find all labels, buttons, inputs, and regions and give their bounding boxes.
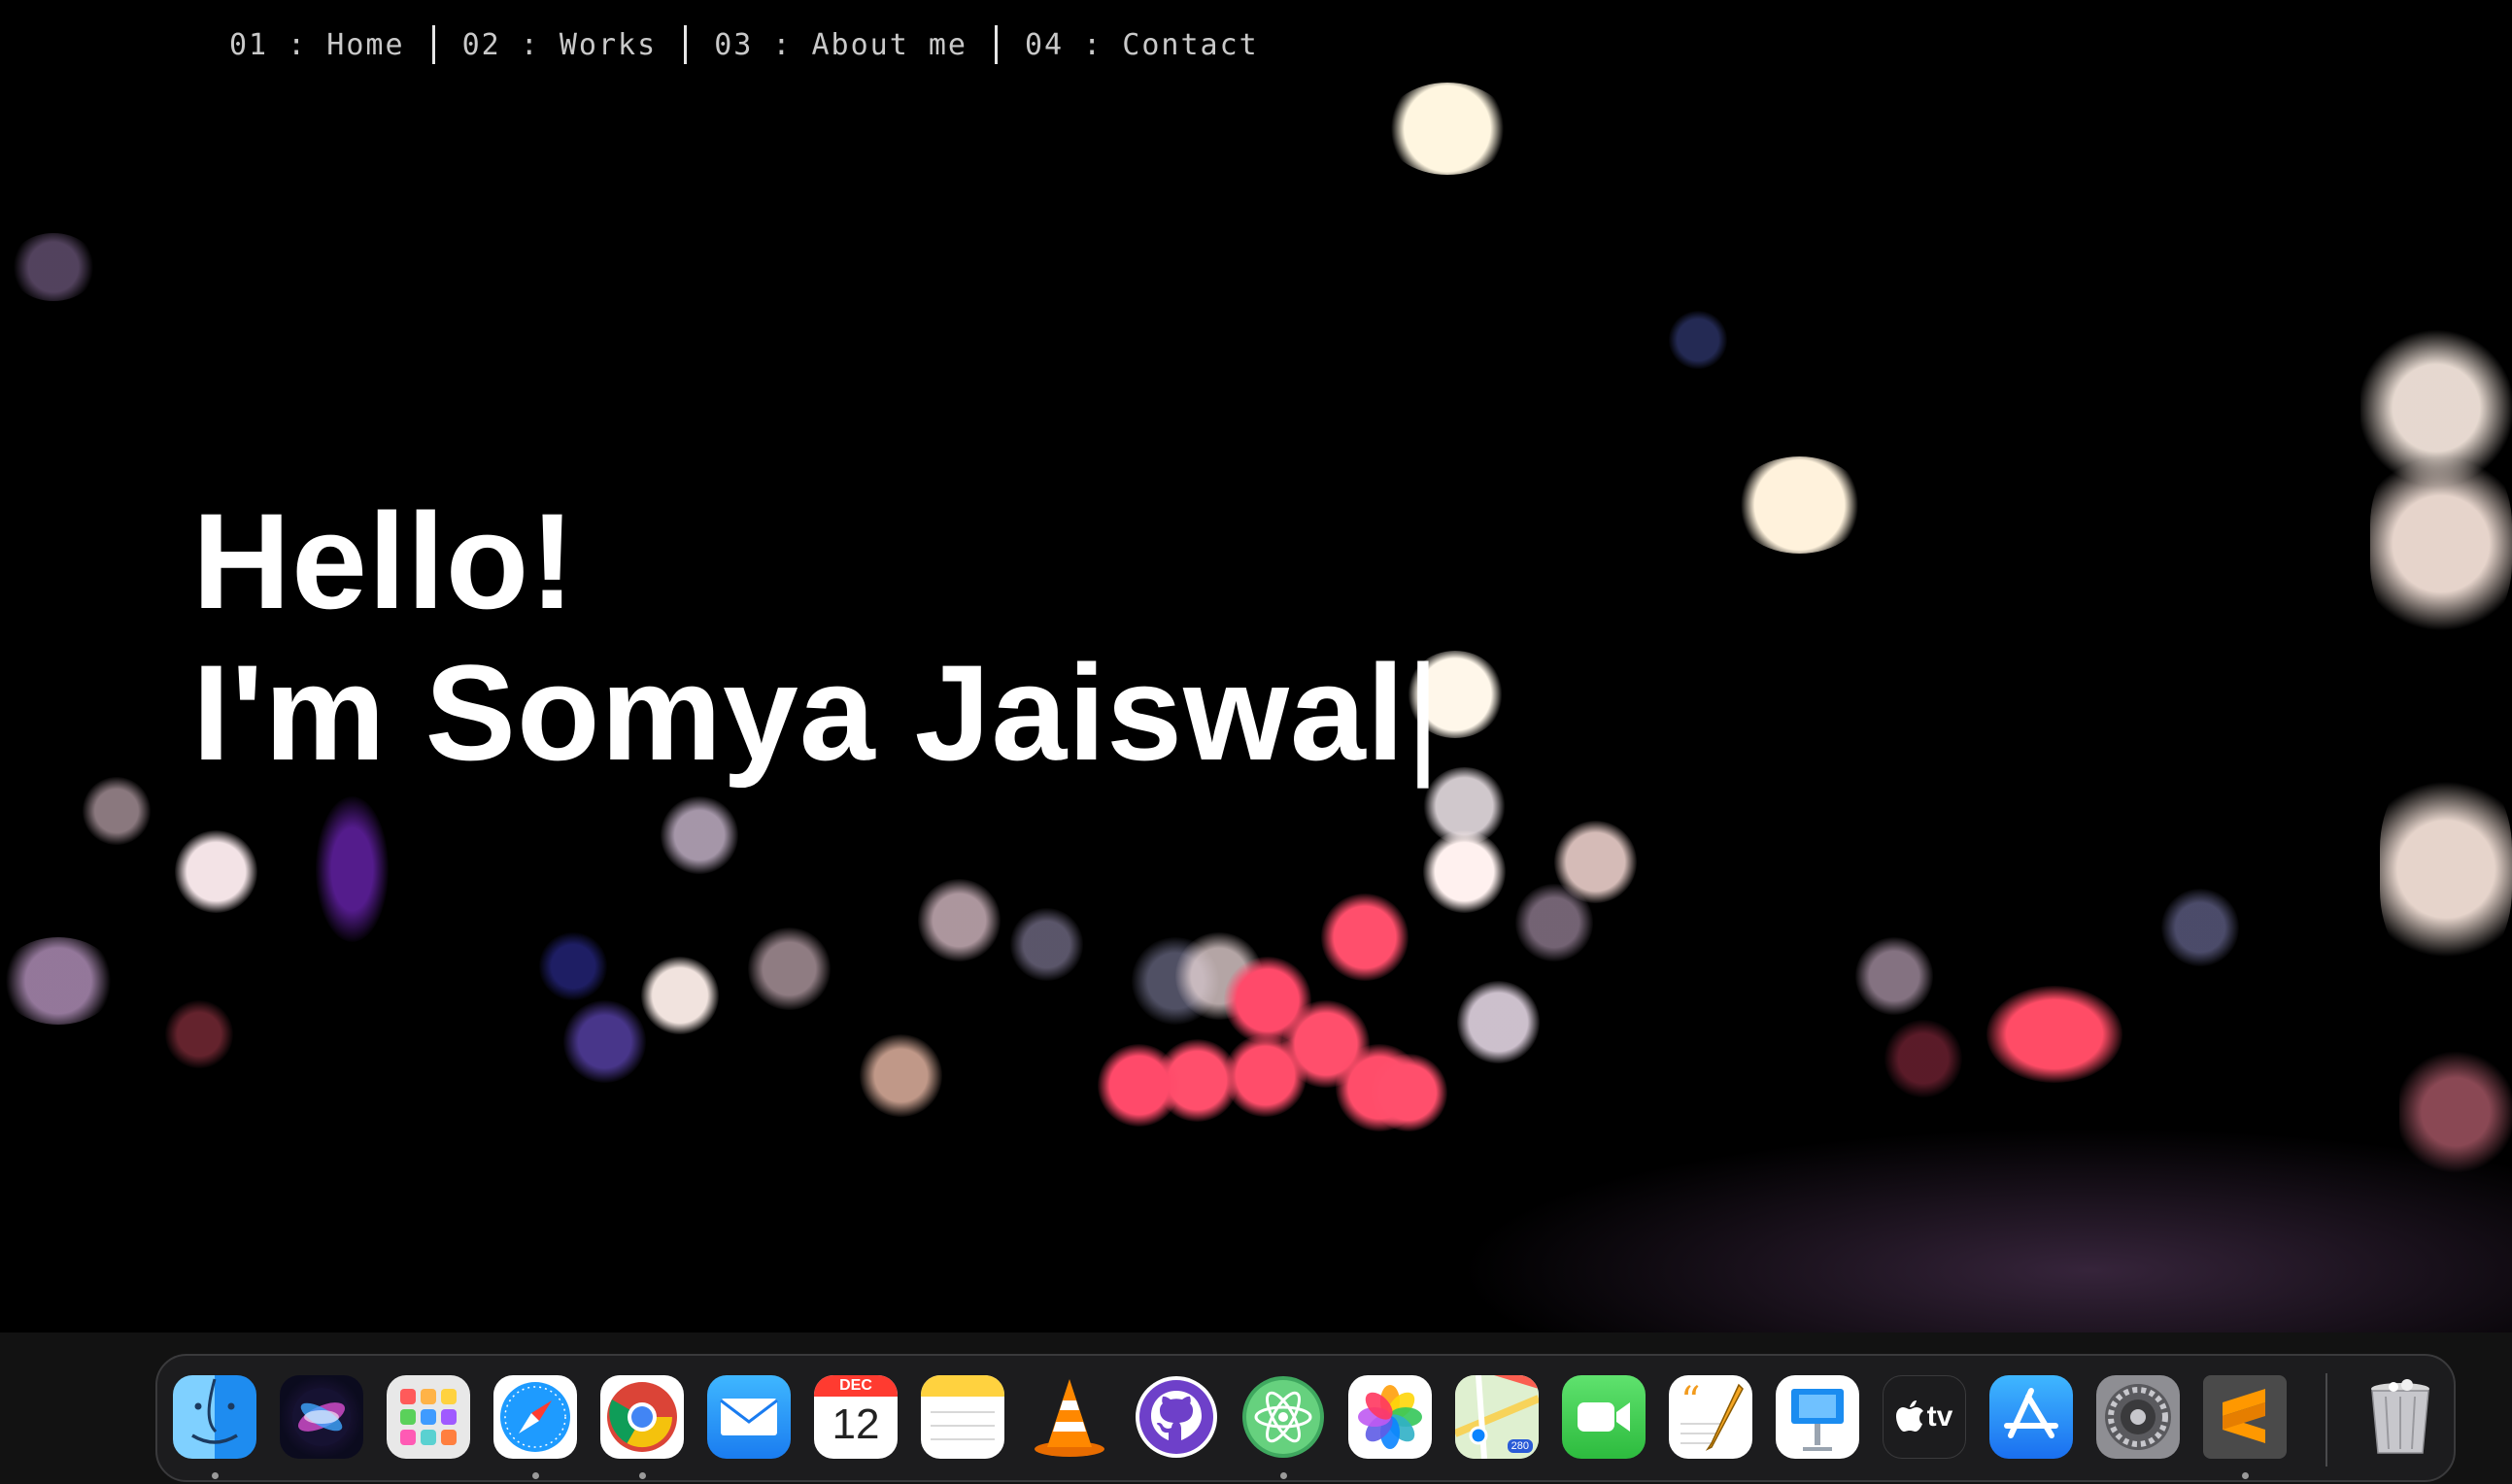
nav-link-home[interactable]: 01 : Home xyxy=(208,28,432,62)
calendar-month: DEC xyxy=(814,1375,898,1397)
bokeh-light xyxy=(2161,889,2239,966)
vlc-icon[interactable] xyxy=(1028,1375,1111,1459)
atom-icon[interactable] xyxy=(1241,1375,1325,1459)
running-indicator xyxy=(212,1472,219,1479)
apple-tv-label: tv xyxy=(1926,1400,1953,1433)
dock: DEC 12 280 “ tv xyxy=(155,1354,2456,1482)
bokeh-light xyxy=(2370,447,2512,641)
safari-icon[interactable] xyxy=(493,1375,577,1459)
maps-icon[interactable]: 280 xyxy=(1455,1375,1539,1459)
app-store-icon[interactable] xyxy=(1989,1375,2073,1459)
street-glow xyxy=(1457,1127,2512,1332)
bokeh-light xyxy=(563,1000,646,1083)
bokeh-light xyxy=(860,1034,942,1117)
bokeh-light xyxy=(1457,981,1540,1063)
bokeh-light xyxy=(10,233,97,301)
bokeh-light xyxy=(1986,986,2122,1083)
nav-link-works[interactable]: 02 : Works xyxy=(435,28,685,62)
bokeh-light xyxy=(1321,894,1409,981)
bokeh-light xyxy=(175,830,257,913)
hero-heading: Hello! I'm Somya Jaiswal| xyxy=(192,486,1442,789)
sublime-text-icon[interactable] xyxy=(2203,1375,2287,1459)
nav-link-contact[interactable]: 04 : Contact xyxy=(998,28,1286,62)
bokeh-light xyxy=(2380,767,2512,971)
running-indicator xyxy=(639,1472,646,1479)
bokeh-light xyxy=(539,932,607,1000)
bokeh-light xyxy=(316,796,389,942)
hero-intro-line: I'm Somya Jaiswal| xyxy=(192,637,1442,789)
hero-intro: I'm Somya Jaiswal xyxy=(192,636,1406,789)
bokeh-light xyxy=(918,879,1001,961)
running-indicator xyxy=(532,1472,539,1479)
notes-icon[interactable] xyxy=(921,1375,1004,1459)
bokeh-light xyxy=(661,796,738,874)
bokeh-light xyxy=(1515,884,1593,961)
bokeh-light xyxy=(83,777,151,845)
bokeh-light xyxy=(1855,937,1933,1015)
siri-icon[interactable] xyxy=(280,1375,363,1459)
maps-route-badge: 280 xyxy=(1507,1439,1533,1453)
apple-tv-icon[interactable]: tv xyxy=(1883,1375,1966,1459)
svg-text:“: “ xyxy=(1680,1379,1700,1424)
dock-separator xyxy=(2325,1373,2327,1467)
bokeh-light xyxy=(1669,311,1727,369)
calendar-day: 12 xyxy=(832,1400,880,1448)
bokeh-light xyxy=(1010,908,1083,981)
apple-logo-icon xyxy=(1895,1400,1923,1432)
bokeh-light xyxy=(1384,83,1511,175)
bokeh-light xyxy=(1423,830,1506,913)
bokeh-light xyxy=(1734,456,1865,554)
mail-icon[interactable] xyxy=(707,1375,791,1459)
bokeh-light xyxy=(0,937,117,1025)
pages-icon[interactable]: “ xyxy=(1669,1375,1752,1459)
bokeh-light xyxy=(1098,1044,1180,1127)
bokeh-light xyxy=(165,1000,233,1068)
hero-greeting: Hello! xyxy=(192,485,576,637)
system-preferences-icon[interactable] xyxy=(2096,1375,2180,1459)
chrome-icon[interactable] xyxy=(600,1375,684,1459)
nav-link-about[interactable]: 03 : About me xyxy=(687,28,995,62)
finder-icon[interactable] xyxy=(173,1375,256,1459)
keynote-icon[interactable] xyxy=(1776,1375,1859,1459)
running-indicator xyxy=(1280,1472,1287,1479)
running-indicator xyxy=(2242,1472,2249,1479)
facetime-icon[interactable] xyxy=(1562,1375,1646,1459)
bokeh-light xyxy=(748,928,831,1010)
launchpad-icon[interactable] xyxy=(387,1375,470,1459)
typing-caret: | xyxy=(1405,636,1443,789)
bokeh-light xyxy=(1370,1054,1447,1131)
photos-icon[interactable] xyxy=(1348,1375,1432,1459)
trash-icon[interactable] xyxy=(2359,1375,2442,1459)
calendar-icon[interactable]: DEC 12 xyxy=(814,1375,898,1459)
github-icon[interactable] xyxy=(1135,1375,1218,1459)
bokeh-light xyxy=(641,957,719,1034)
top-navigation: 01 : Home 02 : Works 03 : About me 04 : … xyxy=(208,21,1286,68)
bokeh-light xyxy=(1884,1020,1962,1097)
